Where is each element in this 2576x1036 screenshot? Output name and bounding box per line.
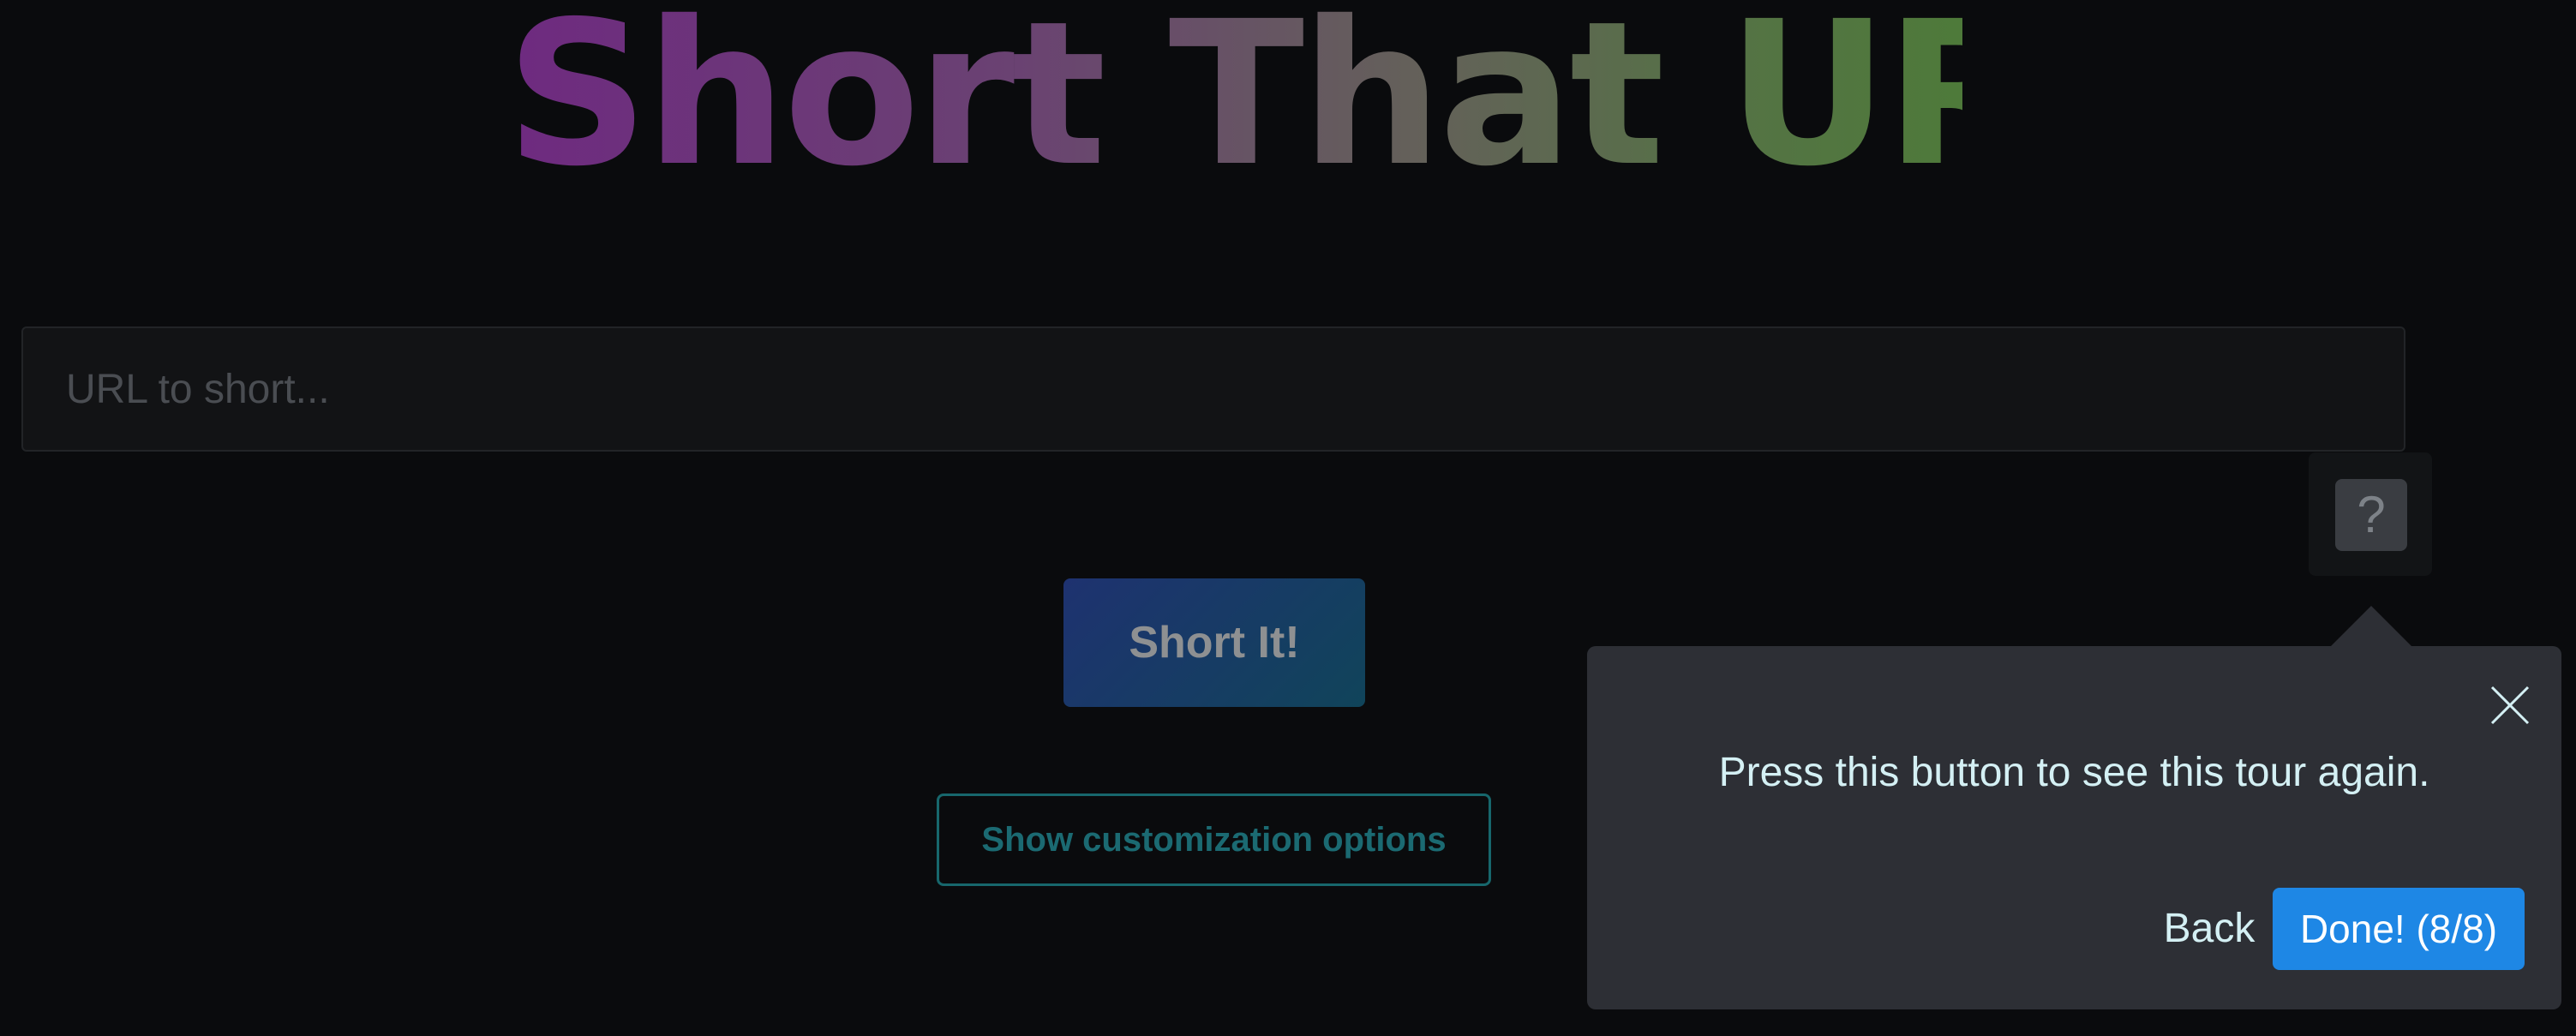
tour-popover-arrow: [2330, 606, 2412, 647]
page-title: Short That URL!: [506, 0, 2249, 197]
close-icon[interactable]: [2487, 682, 2533, 728]
tour-popover: Press this button to see this tour again…: [1587, 646, 2561, 1009]
url-input[interactable]: [21, 326, 2405, 452]
show-customization-button[interactable]: Show customization options: [937, 793, 1491, 886]
question-mark-icon: ?: [2357, 486, 2386, 543]
help-button[interactable]: ?: [2335, 479, 2407, 551]
tour-back-button[interactable]: Back: [2132, 888, 2286, 970]
short-it-button[interactable]: Short It!: [1063, 578, 1365, 707]
tour-done-button[interactable]: Done! (8/8): [2273, 888, 2525, 970]
page: Short That URL! ? Short It! Show customi…: [0, 0, 2576, 1036]
tour-message: Press this button to see this tour again…: [1718, 750, 2430, 795]
help-button-highlight: ?: [2309, 452, 2432, 576]
